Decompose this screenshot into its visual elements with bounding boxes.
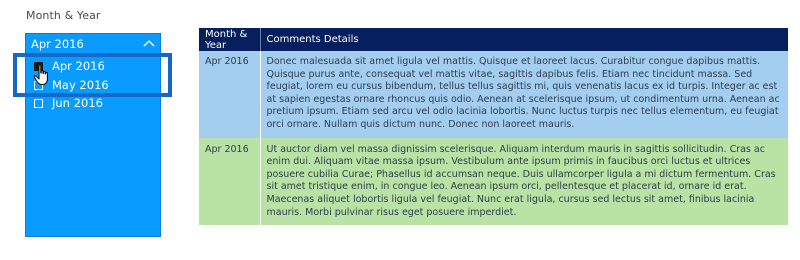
slicer-item-may-2016[interactable]: May 2016 — [34, 78, 154, 94]
column-header-comments-details[interactable]: Comments Details — [260, 28, 788, 51]
checkbox-unchecked[interactable] — [34, 99, 43, 108]
slicer-item-label: Apr 2016 — [52, 59, 105, 73]
chevron-up-icon[interactable] — [143, 38, 155, 48]
table-row: Apr 2016 Donec malesuada sit amet ligula… — [199, 51, 788, 138]
comments-table: Month & Year Comments Details Apr 2016 D… — [199, 28, 788, 226]
cell-comment: Ut auctor diam vel massa dignissim scele… — [260, 137, 788, 226]
cell-month: Apr 2016 — [199, 137, 261, 226]
cell-comment: Donec malesuada sit amet ligula vel matt… — [260, 51, 788, 138]
slicer-item-label: May 2016 — [52, 78, 109, 92]
checkbox-checked[interactable] — [34, 62, 43, 71]
month-year-slicer[interactable]: Apr 2016 Apr 2016 May 2016 Jun 2016 — [25, 33, 161, 237]
report-page: Month & Year Apr 2016 Apr 2016 May 2016 … — [0, 0, 800, 260]
table-header-row: Month & Year Comments Details — [199, 28, 788, 51]
slicer-title: Month & Year — [26, 9, 101, 22]
slicer-selected-value: Apr 2016 — [31, 37, 84, 51]
slicer-item-label: Jun 2016 — [52, 96, 103, 110]
slicer-item-apr-2016[interactable]: Apr 2016 — [34, 59, 154, 75]
column-header-month-year[interactable]: Month & Year — [199, 28, 261, 51]
cell-month: Apr 2016 — [199, 51, 261, 138]
checkbox-unchecked[interactable] — [34, 81, 43, 90]
slicer-dropdown-header[interactable]: Apr 2016 — [26, 34, 160, 54]
table-row: Apr 2016 Ut auctor diam vel massa dignis… — [199, 137, 788, 226]
slicer-item-jun-2016[interactable]: Jun 2016 — [34, 96, 154, 112]
